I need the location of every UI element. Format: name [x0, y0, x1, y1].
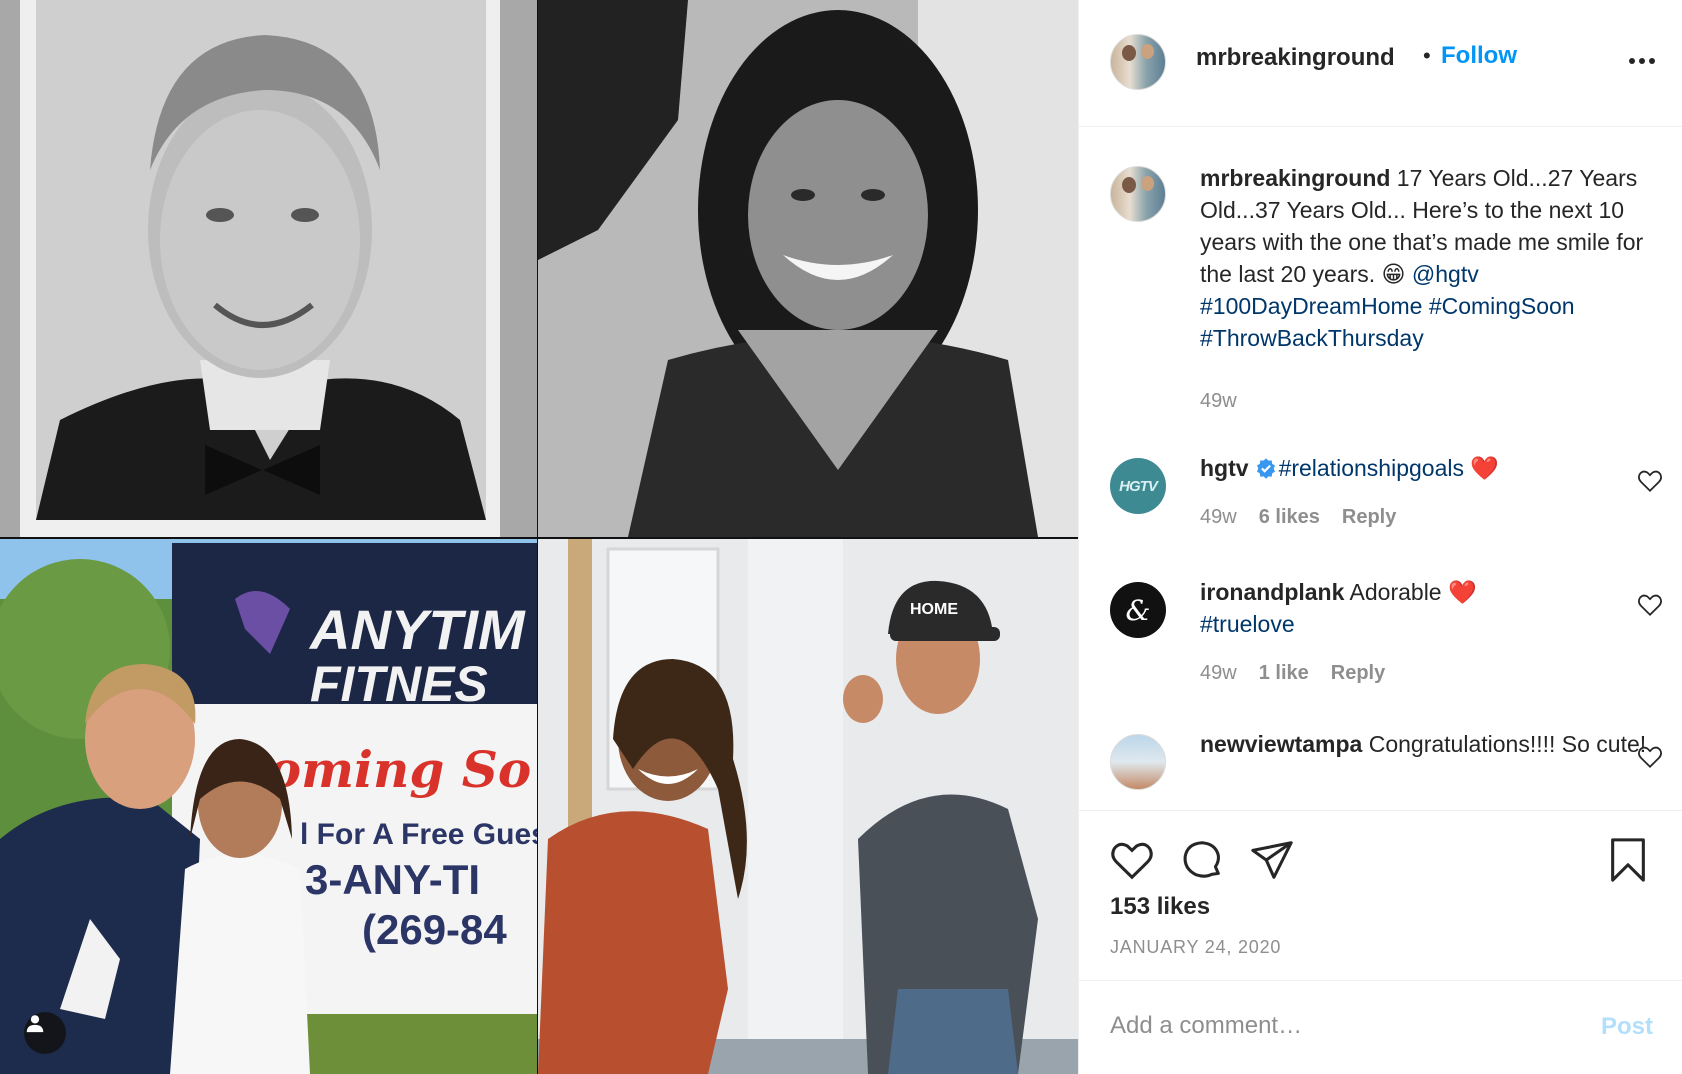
comment-meta: 49w 6 likes Reply: [1200, 506, 1396, 529]
comment-input[interactable]: [1110, 1001, 1550, 1051]
post-header: mrbreakinground • Follow: [1079, 0, 1682, 127]
more-icon: [1629, 58, 1635, 64]
photo-gym-sign: ANYTIM FITNES Coming So l For A Free Gue…: [0, 539, 537, 1074]
sign-brand-line-1: ANYTIM: [308, 598, 526, 661]
comment-like-heart-icon[interactable]: [1637, 468, 1663, 494]
share-icon[interactable]: [1249, 837, 1295, 883]
post-date[interactable]: JANUARY 24, 2020: [1110, 937, 1281, 958]
caption-meta: 49w: [1200, 390, 1237, 413]
user-tag-button[interactable]: [24, 1012, 66, 1054]
comment-like-heart-icon[interactable]: [1637, 744, 1663, 770]
verified-icon: [1256, 458, 1275, 479]
author-username[interactable]: mrbreakinground: [1196, 44, 1395, 72]
caption-hashtag-100daydreamhome[interactable]: #100DayDreamHome: [1200, 293, 1422, 319]
comment-hashtag[interactable]: #relationshipgoals: [1279, 455, 1464, 481]
sign-line-3: (269-84: [362, 906, 507, 953]
hgtv-logo: HGTV: [1119, 477, 1158, 495]
commenter-avatar-hgtv[interactable]: HGTV: [1110, 458, 1166, 514]
comment-emoji: ❤️: [1448, 579, 1477, 605]
post-sidebar: mrbreakinground • Follow mrbreakinground…: [1078, 0, 1682, 1074]
post-comment-button[interactable]: Post: [1601, 1013, 1653, 1041]
commenter-avatar-newviewtampa[interactable]: [1110, 734, 1166, 790]
caption-time[interactable]: 49w: [1200, 390, 1237, 413]
comment-body: Adorable: [1344, 579, 1448, 605]
add-comment-bar: Post: [1079, 980, 1682, 1074]
comment-username[interactable]: newviewtampa: [1200, 731, 1362, 757]
caption-hashtag-comingsoon[interactable]: #ComingSoon: [1429, 293, 1575, 319]
photo-construction-couple: HOME: [538, 539, 1078, 1074]
commenter-avatar-ironandplank[interactable]: &: [1110, 582, 1166, 638]
comment-likes[interactable]: 6 likes: [1259, 506, 1320, 529]
author-avatar[interactable]: [1110, 34, 1166, 90]
header-separator: •: [1423, 43, 1431, 68]
caption-mention-hgtv[interactable]: @hgtv: [1412, 261, 1479, 287]
comment-meta: 49w 1 like Reply: [1200, 662, 1385, 685]
post-actions: 153 likes JANUARY 24, 2020: [1079, 810, 1682, 980]
comment-time[interactable]: 49w: [1200, 506, 1237, 529]
comment-time[interactable]: 49w: [1200, 662, 1237, 685]
sign-line-1: l For A Free Guest: [300, 818, 537, 851]
user-tag-icon: [26, 1015, 44, 1033]
comment-username[interactable]: ironandplank: [1200, 579, 1344, 605]
caption-text: mrbreakinground 17 Years Old...27 Years …: [1200, 162, 1650, 354]
comment-text: newviewtampa Congratulations!!!! So cute…: [1200, 728, 1650, 760]
comments-list[interactable]: mrbreakinground 17 Years Old...27 Years …: [1079, 128, 1682, 808]
comment-likes[interactable]: 1 like: [1259, 662, 1309, 685]
reply-button[interactable]: Reply: [1342, 506, 1396, 529]
cap-text: HOME: [910, 601, 958, 618]
comment-text: ironandplank Adorable ❤️ #truelove: [1200, 576, 1650, 640]
like-heart-icon[interactable]: [1109, 837, 1155, 883]
comment-hashtag[interactable]: #truelove: [1200, 611, 1295, 637]
comment-icon[interactable]: [1179, 837, 1225, 883]
comment-username[interactable]: hgtv: [1200, 455, 1249, 481]
comment-text: hgtv #relationshipgoals ❤️: [1200, 452, 1650, 484]
caption-avatar[interactable]: [1110, 166, 1166, 222]
photo-yearbook-woman: [538, 0, 1078, 537]
follow-button[interactable]: Follow: [1441, 42, 1517, 70]
comment-body: Congratulations!!!! So cute!: [1362, 731, 1647, 757]
caption-username[interactable]: mrbreakinground: [1200, 165, 1390, 191]
photo-yearbook-man: [0, 0, 537, 537]
reply-button[interactable]: Reply: [1331, 662, 1385, 685]
sign-brand-line-2: FITNES: [310, 656, 488, 712]
more-options-button[interactable]: [1624, 46, 1660, 76]
post-media[interactable]: ANYTIM FITNES Coming So l For A Free Gue…: [0, 0, 1078, 1074]
sign-line-2: 3-ANY-TI: [305, 856, 480, 903]
caption-hashtag-throwbackthursday[interactable]: #ThrowBackThursday: [1200, 325, 1424, 351]
ironandplank-logo: &: [1125, 593, 1151, 627]
comment-like-heart-icon[interactable]: [1637, 592, 1663, 618]
likes-count[interactable]: 153 likes: [1110, 893, 1210, 921]
bookmark-icon[interactable]: [1605, 837, 1651, 883]
comment-emoji: ❤️: [1470, 455, 1499, 481]
